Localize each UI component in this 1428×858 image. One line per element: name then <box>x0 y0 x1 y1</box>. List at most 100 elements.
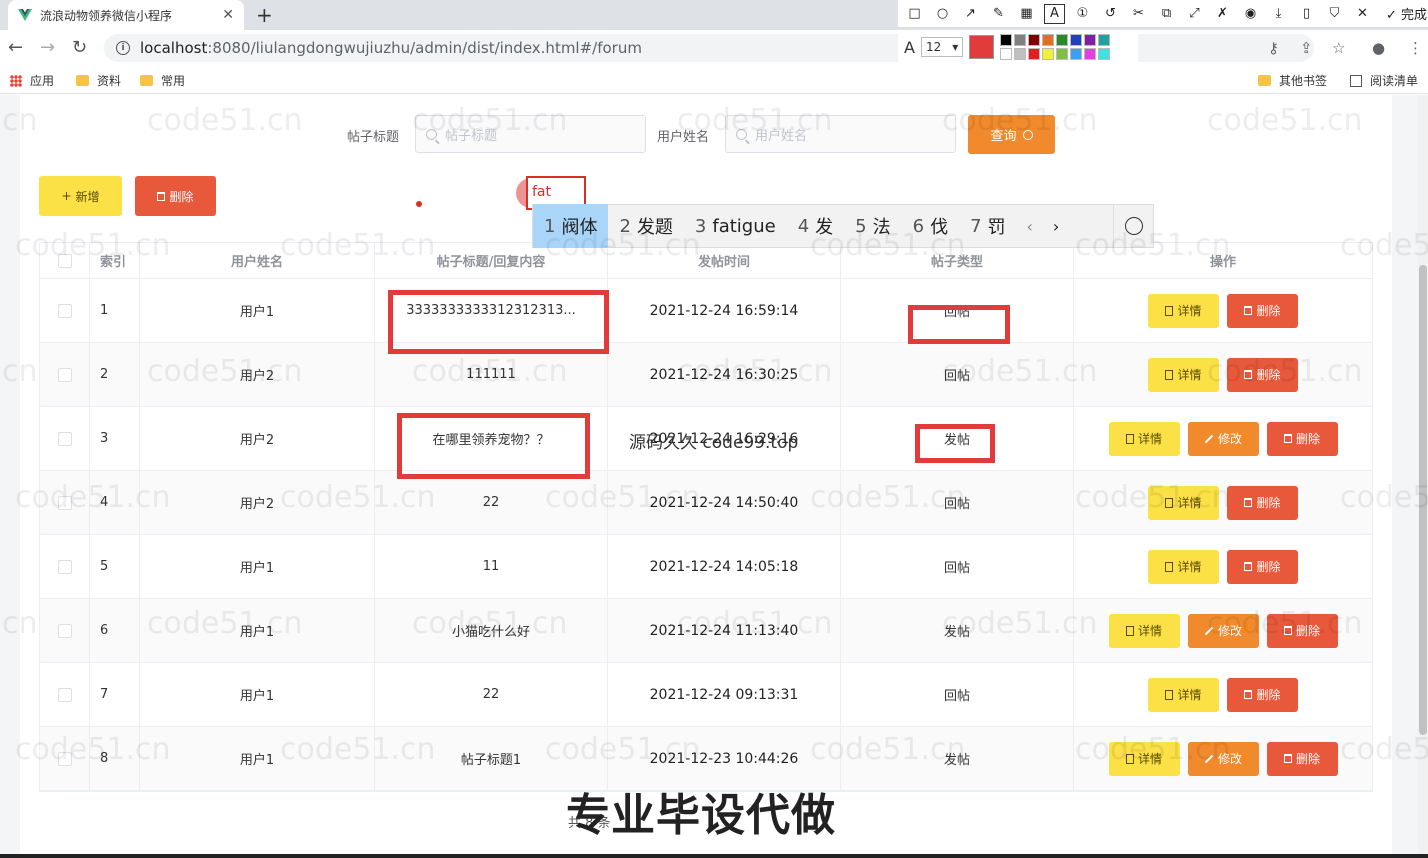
detail-button[interactable]: 详情 <box>1108 741 1180 776</box>
edit-button[interactable]: 修改 <box>1187 613 1259 648</box>
table-header: 索引 用户姓名 帖子标题/回复内容 发帖时间 帖子类型 操作 <box>40 243 1372 279</box>
done-button[interactable]: ✓ 完成 <box>1386 4 1427 23</box>
row-checkbox-cell <box>40 279 90 342</box>
row-checkbox[interactable] <box>57 303 72 318</box>
ime-candidate[interactable]: 5法 <box>844 204 901 248</box>
reading-list-icon <box>1350 74 1362 87</box>
number-tool-icon[interactable]: ① <box>1072 4 1093 24</box>
bookmark-folder-2[interactable]: 常用 <box>140 72 185 89</box>
rectangle-tool-icon[interactable]: □ <box>904 4 925 24</box>
delete-button[interactable]: 删除 <box>1266 741 1338 776</box>
detail-button[interactable]: 详情 <box>1148 677 1219 712</box>
ime-candidate[interactable]: 7罚 <box>959 204 1016 248</box>
pin-icon[interactable]: ✗ <box>1212 4 1233 24</box>
delete-button[interactable]: 删除 <box>1266 613 1338 648</box>
trash-icon <box>1244 562 1253 571</box>
ime-prev-icon[interactable]: ‹ <box>1017 217 1043 236</box>
pen-tool-icon[interactable]: ✎ <box>988 4 1009 24</box>
phone-icon[interactable]: ▯ <box>1296 4 1317 24</box>
row-checkbox[interactable] <box>57 495 72 510</box>
scrollbar-thumb[interactable] <box>1419 265 1427 735</box>
row-actions: 详情 修改 删除 <box>1074 599 1372 662</box>
row-checkbox[interactable] <box>57 431 72 446</box>
detail-button[interactable]: 详情 <box>1148 357 1219 392</box>
bookmark-other[interactable]: 其他书签 <box>1258 72 1327 89</box>
document-icon <box>1165 561 1174 572</box>
copy-icon[interactable]: ⧉ <box>1156 4 1177 24</box>
key-icon[interactable]: ⚷ <box>1268 39 1279 57</box>
row-time: 2021-12-24 16:30:25 <box>608 343 841 406</box>
crop-icon[interactable]: ✂ <box>1128 4 1149 24</box>
detail-button[interactable]: 详情 <box>1148 293 1219 328</box>
emoji-button[interactable] <box>1113 204 1153 248</box>
ellipse-tool-icon[interactable]: ○ <box>932 4 953 24</box>
row-checkbox[interactable] <box>57 687 72 702</box>
edit-button[interactable]: 修改 <box>1187 741 1259 776</box>
new-tab-button[interactable]: + <box>256 3 273 27</box>
color-palette[interactable] <box>1000 34 1138 60</box>
edit-button[interactable]: 修改 <box>1187 421 1259 456</box>
detail-button[interactable]: 详情 <box>1108 613 1180 648</box>
record-icon[interactable]: ◉ <box>1240 4 1261 24</box>
share-icon[interactable]: ⇪ <box>1300 39 1313 57</box>
user-search-input[interactable]: 用户姓名 <box>725 115 956 153</box>
delete-button[interactable]: 删除 <box>1227 677 1298 712</box>
star-icon[interactable]: ☆ <box>1332 39 1345 57</box>
bookmark-apps[interactable]: 应用 <box>10 72 54 89</box>
menu-icon[interactable]: ⋮ <box>1408 39 1423 57</box>
text-tool-icon[interactable]: A <box>1044 3 1065 24</box>
delete-button[interactable]: 删除 <box>1227 485 1298 520</box>
delete-button[interactable]: 删除 <box>1227 293 1298 328</box>
site-info-icon[interactable]: i <box>116 41 130 55</box>
delete-button[interactable]: 删除 <box>1266 421 1338 456</box>
page-scrollbar[interactable] <box>1418 95 1428 858</box>
delete-button[interactable]: 删除 <box>1227 549 1298 584</box>
row-checkbox[interactable] <box>57 559 72 574</box>
url-path: :8080/liulangdongwujiuzhu/admin/dist/ind… <box>207 39 642 57</box>
detail-button[interactable]: 详情 <box>1108 421 1180 456</box>
source-watermark: 源码久久 code99.top <box>629 433 799 453</box>
folder-icon <box>140 75 153 86</box>
row-index: 1 <box>90 279 140 342</box>
bookmark-icon[interactable]: ⛉ <box>1324 4 1345 24</box>
ime-next-icon[interactable]: › <box>1043 217 1069 236</box>
back-icon[interactable]: ← <box>8 37 23 58</box>
font-size-select[interactable]: 12 ▾ <box>920 37 964 57</box>
download-icon[interactable]: ⤓ <box>1268 4 1289 24</box>
row-checkbox[interactable] <box>57 623 72 638</box>
bookmark-folder-1[interactable]: 资料 <box>76 72 121 89</box>
reload-icon[interactable]: ↻ <box>72 37 87 58</box>
row-checkbox[interactable] <box>57 367 72 382</box>
detail-button[interactable]: 详情 <box>1148 485 1219 520</box>
select-all-checkbox[interactable] <box>57 253 72 268</box>
row-checkbox-cell <box>40 343 90 406</box>
browser-tab[interactable]: 流浪动物领养微信小程序 ✕ <box>8 0 244 30</box>
table-row: 2 用户2 111111 2021-12-24 16:30:25 回帖 详情 删… <box>40 343 1372 407</box>
current-color-swatch[interactable] <box>969 35 994 59</box>
title-search-input[interactable]: 帖子标题 <box>415 115 646 153</box>
document-icon <box>1125 753 1134 764</box>
undo-icon[interactable]: ↺ <box>1100 4 1121 24</box>
query-button[interactable]: 查询 <box>968 115 1055 154</box>
bookmark-reading-list[interactable]: 阅读清单 <box>1350 72 1418 89</box>
ime-candidate[interactable]: 2 发题 <box>608 204 683 248</box>
ime-candidate[interactable]: 4发 <box>787 204 844 248</box>
forward-icon[interactable]: → <box>40 37 55 58</box>
annotation-box <box>915 424 995 463</box>
add-button[interactable]: + 新增 <box>39 176 122 216</box>
mosaic-tool-icon[interactable]: ▦ <box>1016 4 1037 24</box>
batch-delete-button[interactable]: 删除 <box>135 176 216 216</box>
tab-close-icon[interactable]: ✕ <box>222 7 234 23</box>
row-checkbox[interactable] <box>57 751 72 766</box>
delete-button[interactable]: 删除 <box>1227 357 1298 392</box>
ime-candidate[interactable]: 6伐 <box>902 204 959 248</box>
expand-icon[interactable]: ⤢ <box>1184 4 1205 24</box>
trash-icon <box>1283 434 1292 443</box>
table-row: 7 用户1 22 2021-12-24 09:13:31 回帖 详情 删除 <box>40 663 1372 727</box>
detail-button[interactable]: 详情 <box>1148 549 1219 584</box>
ime-candidate[interactable]: 3 fatigue <box>684 204 787 248</box>
ime-candidate[interactable]: 1 阀体 <box>533 204 609 248</box>
arrow-tool-icon[interactable]: ↗ <box>960 4 981 24</box>
cancel-icon[interactable]: ✕ <box>1352 4 1373 24</box>
profile-avatar-icon[interactable]: ● <box>1372 39 1385 57</box>
